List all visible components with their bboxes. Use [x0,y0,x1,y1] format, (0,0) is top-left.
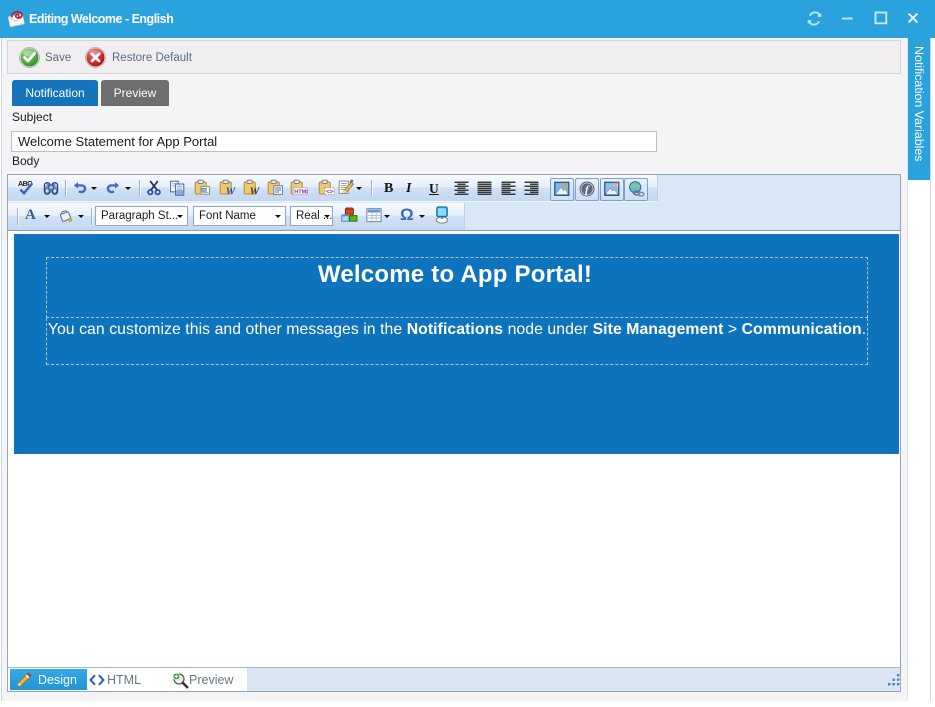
svg-text:W: W [250,186,261,197]
svg-text:<>: <> [326,189,334,196]
svg-text:HTML: HTML [294,189,308,195]
svg-text:W: W [226,186,237,197]
